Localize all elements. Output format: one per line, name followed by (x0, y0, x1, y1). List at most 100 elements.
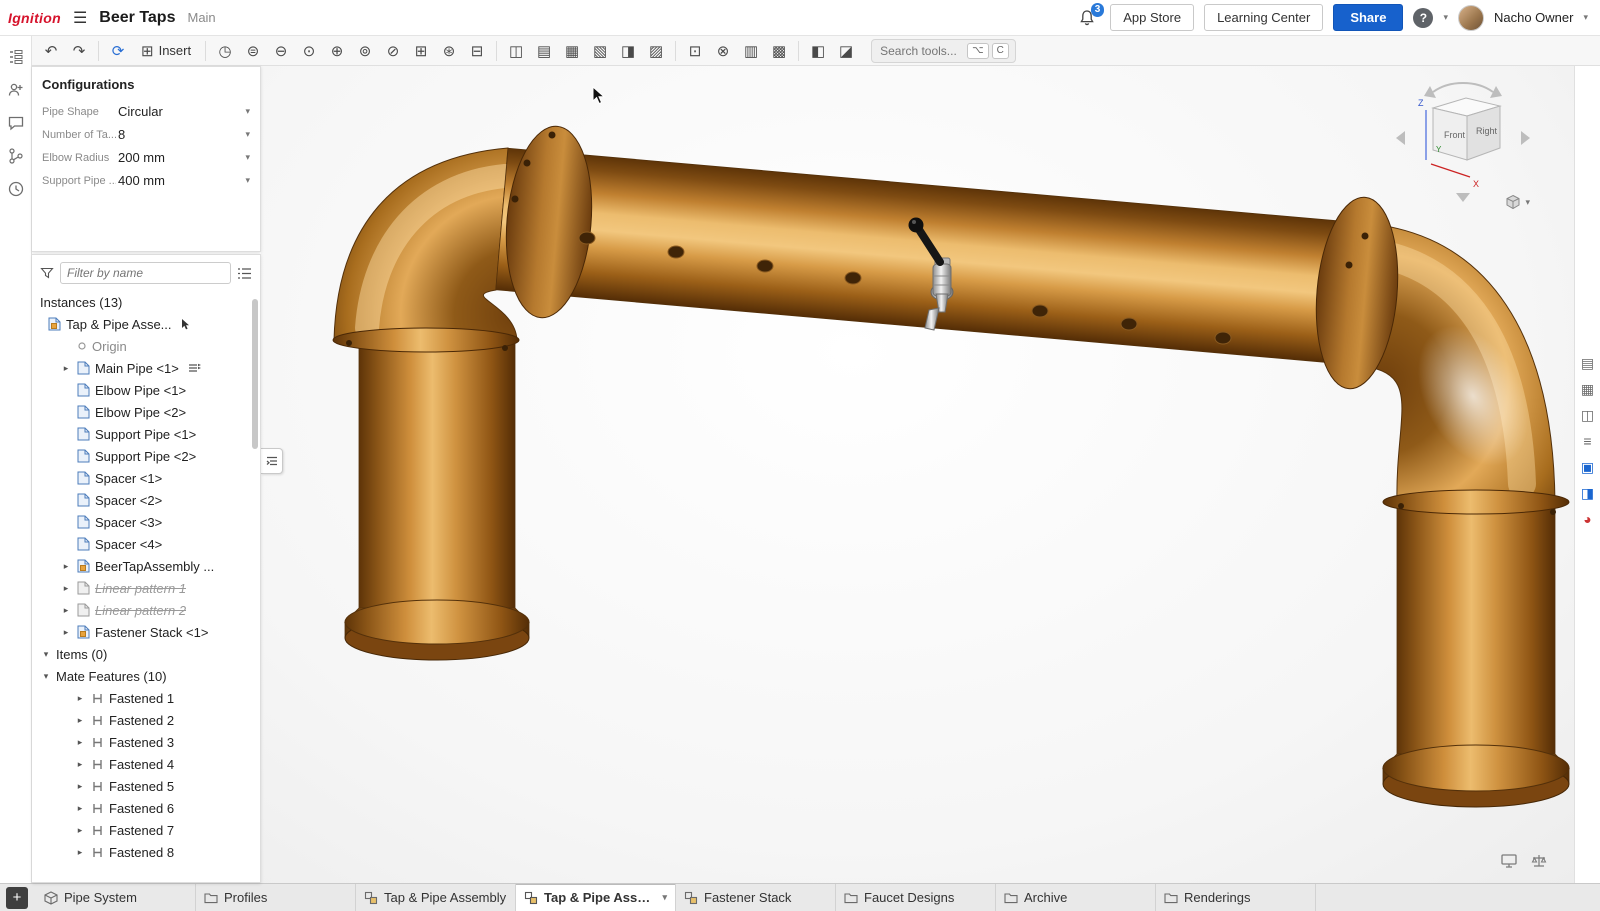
interference-icon[interactable]: ⊗ (710, 39, 736, 63)
pipe-shape-dropdown[interactable]: Circular (116, 102, 252, 121)
chevron-right-icon[interactable] (60, 583, 72, 594)
mate-features-section-header[interactable]: Mate Features (10) (32, 665, 260, 687)
update-sync-icon[interactable]: ⟳ (105, 39, 131, 63)
tab-tap-pipe-assembly-config[interactable]: Tap & Pipe Assembly C... (516, 884, 676, 911)
versions-graph-icon[interactable] (7, 147, 25, 165)
chevron-right-icon[interactable] (74, 847, 86, 858)
instance-list-collapse-handle[interactable] (261, 448, 283, 474)
app-store-button[interactable]: App Store (1110, 4, 1194, 31)
tab-archive[interactable]: Archive (996, 884, 1156, 911)
tree-item-fastener-stack[interactable]: Fastener Stack <1> (32, 621, 260, 643)
comments-panel-icon[interactable] (7, 114, 25, 132)
3d-viewport[interactable]: Front Right Z Y X (261, 66, 1574, 883)
display-states-icon[interactable]: ▤ (531, 39, 557, 63)
tree-item-fastened-3[interactable]: Fastened 3 (32, 731, 260, 753)
chevron-right-icon[interactable] (60, 627, 72, 638)
tree-item-root-assembly[interactable]: Tap & Pipe Asse... (32, 313, 260, 335)
linear-pattern-icon[interactable]: ⊞ (408, 39, 434, 63)
slider-mate-icon[interactable]: ⊘ (380, 39, 406, 63)
tab-profiles[interactable]: Profiles (196, 884, 356, 911)
undo-button[interactable]: ↶ (38, 39, 64, 63)
learning-center-button[interactable]: Learning Center (1204, 4, 1323, 31)
fastened-mate-icon[interactable]: ⊕ (324, 39, 350, 63)
redo-button[interactable]: ↷ (66, 39, 92, 63)
share-users-icon[interactable] (7, 81, 25, 99)
tree-item-fastened-1[interactable]: Fastened 1 (32, 687, 260, 709)
filter-by-name-input[interactable] (60, 262, 231, 284)
search-tools-box[interactable]: ⌥ C (871, 39, 1016, 63)
named-positions-icon[interactable]: ▦ (559, 39, 585, 63)
tree-item-fastened-7[interactable]: Fastened 7 (32, 819, 260, 841)
filter-icon[interactable] (40, 266, 54, 280)
chevron-right-icon[interactable] (74, 803, 86, 814)
workspace-name[interactable]: Main (187, 10, 215, 25)
notifications-button[interactable]: 3 (1078, 9, 1096, 27)
tree-item-elbow-pipe-2[interactable]: Elbow Pipe <2> (32, 401, 260, 423)
named-views-icon[interactable]: ◷ (212, 39, 238, 63)
mass-properties-icon[interactable]: ▩ (766, 39, 792, 63)
chevron-right-icon[interactable] (74, 825, 86, 836)
tree-item-spacer-3[interactable]: Spacer <3> (32, 511, 260, 533)
mate-connector-icon[interactable]: ⊙ (296, 39, 322, 63)
mirror-icon[interactable]: ⊟ (464, 39, 490, 63)
mass-properties-scale-icon[interactable] (1530, 853, 1548, 869)
tree-item-main-pipe[interactable]: Main Pipe <1> (32, 357, 260, 379)
tree-item-fastened-5[interactable]: Fastened 5 (32, 775, 260, 797)
insert-button[interactable]: ⊞ Insert (133, 39, 199, 63)
tab-menu-caret-icon[interactable] (662, 892, 667, 903)
revolute-mate-icon[interactable]: ⊚ (352, 39, 378, 63)
tree-item-support-pipe-2[interactable]: Support Pipe <2> (32, 445, 260, 467)
tree-item-linear-pattern-2[interactable]: Linear pattern 2 (32, 599, 260, 621)
chevron-right-icon[interactable] (74, 693, 86, 704)
section-view-icon[interactable]: ⊡ (682, 39, 708, 63)
render-display-icon[interactable] (1500, 853, 1518, 869)
tree-item-fastened-8[interactable]: Fastened 8 (32, 841, 260, 863)
tab-pipe-system[interactable]: Pipe System (36, 884, 196, 911)
instances-section-header[interactable]: Instances (13) (32, 291, 260, 313)
chevron-right-icon[interactable] (74, 759, 86, 770)
structure-panel-icon[interactable] (7, 48, 25, 66)
circular-pattern-icon[interactable]: ⊛ (436, 39, 462, 63)
chevron-down-icon[interactable] (40, 649, 52, 660)
group-icon[interactable]: ⊖ (268, 39, 294, 63)
tree-item-spacer-2[interactable]: Spacer <2> (32, 489, 260, 511)
document-title[interactable]: Beer Taps (99, 9, 175, 27)
appearance-icon[interactable]: ▧ (587, 39, 613, 63)
user-avatar[interactable] (1458, 5, 1484, 31)
tab-renderings[interactable]: Renderings (1156, 884, 1316, 911)
list-options-icon[interactable] (237, 267, 252, 280)
explode-icon[interactable]: ◫ (503, 39, 529, 63)
add-tab-button[interactable]: + (6, 887, 28, 909)
chevron-right-icon[interactable] (74, 715, 86, 726)
tree-scrollbar[interactable] (252, 299, 258, 449)
chevron-right-icon[interactable] (60, 605, 72, 616)
left-support-pipe[interactable] (333, 328, 529, 660)
elbow-radius-dropdown[interactable]: 200 mm (116, 148, 252, 167)
number-of-taps-dropdown[interactable]: 8 (116, 125, 252, 144)
tree-item-elbow-pipe-1[interactable]: Elbow Pipe <1> (32, 379, 260, 401)
tree-item-fastened-2[interactable]: Fastened 2 (32, 709, 260, 731)
tree-item-spacer-4[interactable]: Spacer <4> (32, 533, 260, 555)
tree-item-origin[interactable]: Origin (32, 335, 260, 357)
tree-item-support-pipe-1[interactable]: Support Pipe <1> (32, 423, 260, 445)
tab-fastener-stack[interactable]: Fastener Stack (676, 884, 836, 911)
chevron-right-icon[interactable] (74, 737, 86, 748)
measure-tool-icon[interactable]: ▥ (738, 39, 764, 63)
view-cube-right-label[interactable]: Right (1476, 126, 1498, 136)
tab-faucet-designs[interactable]: Faucet Designs (836, 884, 996, 911)
company-logo[interactable]: Ignition (8, 10, 61, 26)
right-support-pipe[interactable] (1383, 490, 1569, 807)
pipe-assembly-model[interactable] (333, 123, 1569, 807)
user-menu[interactable]: Nacho Owner (1494, 10, 1573, 25)
search-tools-input[interactable] (878, 43, 964, 59)
tree-item-beertap-assembly[interactable]: BeerTapAssembly ... (32, 555, 260, 577)
view-cube[interactable]: Front Right Z Y X (1388, 76, 1538, 206)
insert-mate-icon[interactable]: ⊜ (240, 39, 266, 63)
chevron-down-icon[interactable] (40, 671, 52, 682)
history-panel-icon[interactable] (7, 180, 25, 198)
main-menu-icon[interactable]: ☰ (73, 8, 87, 28)
support-pipe-dropdown[interactable]: 400 mm (116, 171, 252, 190)
tree-item-spacer-1[interactable]: Spacer <1> (32, 467, 260, 489)
chevron-right-icon[interactable] (60, 363, 72, 374)
tab-tap-pipe-assembly[interactable]: Tap & Pipe Assembly (356, 884, 516, 911)
